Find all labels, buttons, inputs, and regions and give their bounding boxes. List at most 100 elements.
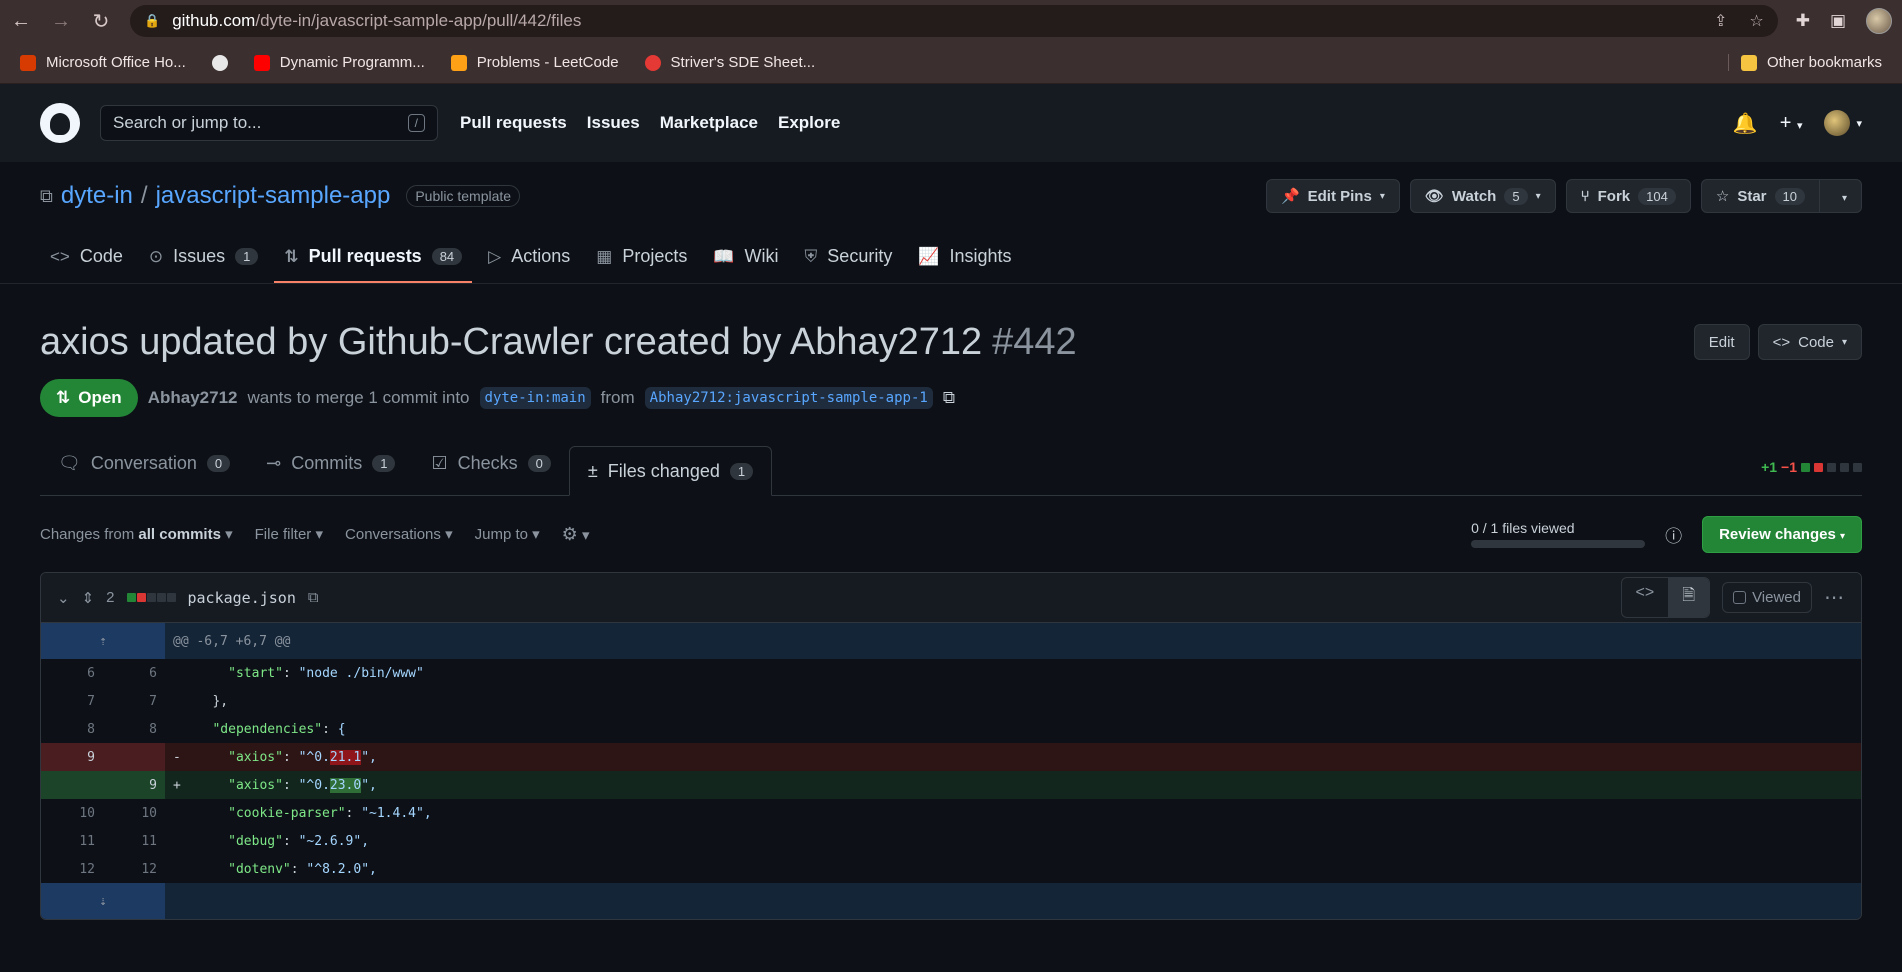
author-link[interactable]: Abhay2712 xyxy=(148,388,238,408)
old-line-number[interactable]: 9 xyxy=(41,743,103,771)
bookmark-star-icon[interactable]: ☆ xyxy=(1749,11,1763,31)
code-value: }, xyxy=(212,693,229,709)
tab-insights[interactable]: 📈 Insights xyxy=(908,246,1021,283)
old-line-number[interactable]: 8 xyxy=(41,715,103,743)
new-line-number[interactable] xyxy=(103,743,165,771)
create-new-menu[interactable]: + ▾ xyxy=(1780,112,1803,135)
edit-title-button[interactable]: Edit xyxy=(1693,324,1750,360)
new-line-number[interactable]: 6 xyxy=(103,659,165,687)
code-key: "axios" xyxy=(228,749,283,765)
bookmark-globe[interactable] xyxy=(211,54,228,71)
tab-security[interactable]: ⛨ Security xyxy=(795,246,903,283)
code-value: "~1.4.4", xyxy=(361,805,432,821)
tab-commits[interactable]: ⊸ Commits 1 xyxy=(248,445,413,495)
jump-to-menu[interactable]: Jump to ▾ xyxy=(475,525,540,543)
share-icon[interactable]: ⇪ xyxy=(1714,11,1727,31)
nav-explore[interactable]: Explore xyxy=(778,113,840,133)
new-line-number[interactable]: 8 xyxy=(103,715,165,743)
url-path: /dyte-in/javascript-sample-app/pull/442/… xyxy=(255,11,582,30)
old-line-number[interactable] xyxy=(41,771,103,799)
diffstat-block xyxy=(1840,462,1849,472)
old-line-number[interactable]: 11 xyxy=(41,827,103,855)
expand-all-icon[interactable]: ⇕ xyxy=(82,589,95,607)
old-line-number[interactable]: 12 xyxy=(41,855,103,883)
bookmark-leetcode[interactable]: Problems - LeetCode xyxy=(450,54,619,71)
expand-down-icon[interactable]: ⇣ xyxy=(41,883,165,919)
new-line-number[interactable]: 11 xyxy=(103,827,165,855)
forward-icon[interactable]: → xyxy=(50,10,72,33)
star-button[interactable]: ☆ Star 10 xyxy=(1702,180,1820,212)
edit-pins-button[interactable]: 📌 Edit Pins ▾ xyxy=(1265,179,1400,213)
star-list-dropdown[interactable]: ▾ xyxy=(1828,188,1861,205)
tab-conversation[interactable]: 🗨 Conversation 0 xyxy=(40,445,248,495)
new-line-number[interactable]: 10 xyxy=(103,799,165,827)
watch-button[interactable]: 👁 Watch 5 ▾ xyxy=(1409,179,1556,213)
nav-pull-requests[interactable]: Pull requests xyxy=(460,113,567,133)
bookmark-striver[interactable]: Striver's SDE Sheet... xyxy=(644,54,815,71)
search-input[interactable]: Search or jump to... / xyxy=(100,105,438,141)
notifications-bell-icon[interactable]: 🔔 xyxy=(1733,111,1758,136)
diff-settings-menu[interactable]: ⚙ ▾ xyxy=(562,524,590,545)
issues-count: 1 xyxy=(235,248,259,265)
github-logo-icon[interactable] xyxy=(40,103,80,143)
new-line-number[interactable]: 12 xyxy=(103,855,165,883)
base-branch[interactable]: dyte-in:main xyxy=(479,387,591,409)
repo-owner-link[interactable]: dyte-in xyxy=(61,182,133,210)
fork-count: 104 xyxy=(1638,187,1676,205)
review-changes-button[interactable]: Review changes ▾ xyxy=(1702,515,1862,553)
nav-issues[interactable]: Issues xyxy=(587,113,640,133)
more-options-icon[interactable]: ⋯ xyxy=(1824,585,1845,610)
tab-projects[interactable]: ▦ Projects xyxy=(586,246,697,283)
chevron-down-icon[interactable]: ⌄ xyxy=(57,589,70,607)
code-dropdown-button[interactable]: <> Code ▾ xyxy=(1757,324,1862,360)
table-icon: ▦ xyxy=(596,246,613,266)
extensions-icon[interactable]: ✚ xyxy=(1796,11,1810,31)
conversations-menu[interactable]: Conversations ▾ xyxy=(345,525,453,543)
info-icon[interactable]: ⓘ xyxy=(1665,522,1682,547)
code-separator: : xyxy=(282,777,299,793)
repo-name-link[interactable]: javascript-sample-app xyxy=(156,182,391,210)
old-line-number[interactable]: 10 xyxy=(41,799,103,827)
expand-up-icon[interactable]: ⇡ xyxy=(41,623,165,659)
copy-icon[interactable]: ⧉ xyxy=(308,589,319,606)
code-value: ", xyxy=(361,777,377,793)
diffstat-block xyxy=(156,593,166,602)
tab-files-changed[interactable]: ± Files changed 1 xyxy=(568,446,773,496)
code-key: "start" xyxy=(228,665,283,681)
file-name-link[interactable]: package.json xyxy=(188,589,296,607)
caret-down-icon: ▾ xyxy=(1841,336,1847,348)
tab-checks[interactable]: ☑ Checks 0 xyxy=(413,445,568,495)
bookmark-youtube[interactable]: Dynamic Programm... xyxy=(253,54,425,71)
back-icon[interactable]: ← xyxy=(10,10,32,33)
fork-button[interactable]: ⑂ Fork 104 xyxy=(1565,179,1691,213)
bookmark-office[interactable]: Microsoft Office Ho... xyxy=(20,54,186,71)
visibility-badge: Public template xyxy=(406,185,521,207)
new-line-number[interactable]: 7 xyxy=(103,687,165,715)
old-line-number[interactable]: 7 xyxy=(41,687,103,715)
rich-view-icon[interactable]: 🗎 xyxy=(1668,578,1710,617)
tab-actions[interactable]: ▷ Actions xyxy=(478,246,580,283)
tab-code[interactable]: <> Code xyxy=(40,246,133,283)
copy-icon[interactable]: ⧉ xyxy=(943,388,955,408)
reload-icon[interactable]: ↻ xyxy=(90,9,112,34)
head-branch[interactable]: Abhay2712:javascript-sample-app-1 xyxy=(644,387,933,409)
changes-from-menu[interactable]: Changes from all commits ▾ xyxy=(40,525,233,543)
file-filter-menu[interactable]: File filter ▾ xyxy=(255,525,323,543)
old-line-number[interactable]: 6 xyxy=(41,659,103,687)
user-menu[interactable]: ▾ xyxy=(1824,110,1862,136)
tab-wiki[interactable]: 📖 Wiki xyxy=(703,246,788,283)
sidepanel-icon[interactable]: ▣ xyxy=(1830,11,1846,31)
profile-avatar[interactable] xyxy=(1866,8,1892,34)
new-line-number[interactable]: 9 xyxy=(103,771,165,799)
viewed-checkbox[interactable]: Viewed xyxy=(1722,582,1812,613)
diffstat-block xyxy=(146,593,156,602)
tab-pull-requests[interactable]: ⇅ Pull requests 84 xyxy=(274,246,473,283)
source-view-icon[interactable]: <> xyxy=(1622,578,1669,617)
nav-marketplace[interactable]: Marketplace xyxy=(660,113,758,133)
other-bookmarks[interactable]: Other bookmarks xyxy=(1727,54,1882,71)
code-icon: <> xyxy=(50,246,70,266)
tab-issues[interactable]: ⊙ Issues 1 xyxy=(139,246,269,283)
address-bar[interactable]: 🔒 github.com/dyte-in/javascript-sample-a… xyxy=(130,5,1778,37)
